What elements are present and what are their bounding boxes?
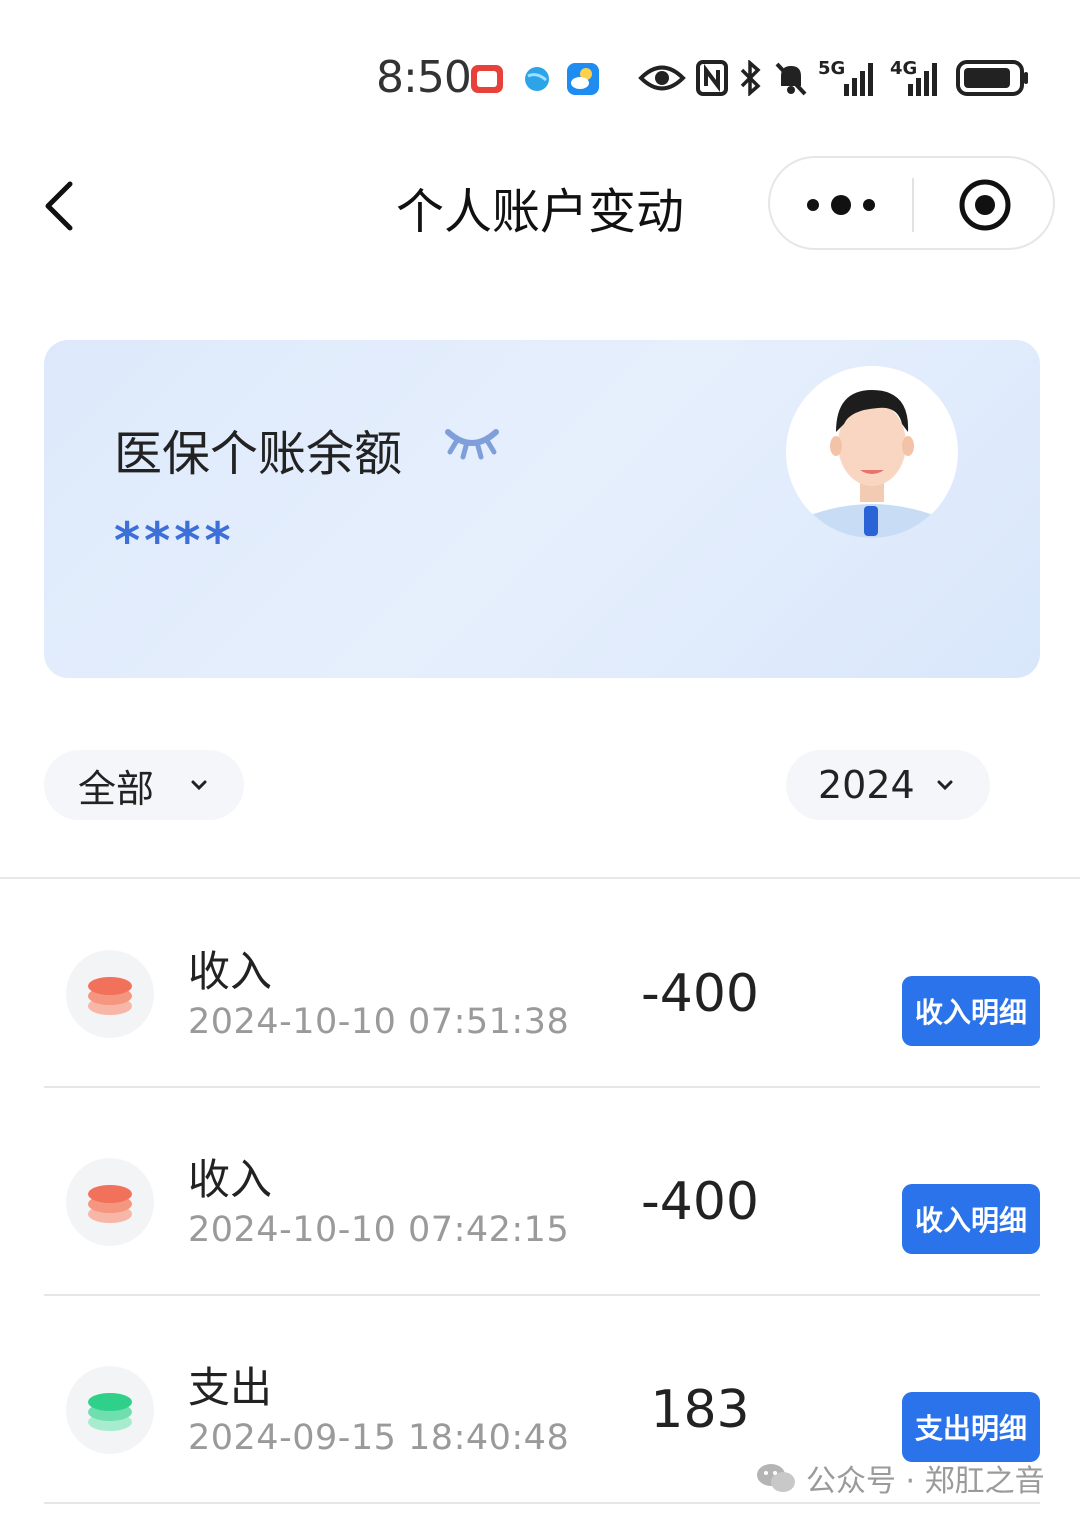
eye-icon bbox=[638, 65, 686, 91]
signal-5g-icon: 5G bbox=[818, 58, 880, 98]
transaction-list: 收入 2024-10-10 07:51:38 -400 收入明细 收入 2024… bbox=[0, 880, 1080, 1504]
transaction-amount: -400 bbox=[640, 964, 759, 1024]
year-filter-dropdown[interactable]: 2024 bbox=[786, 750, 990, 820]
transaction-time: 2024-09-15 18:40:48 bbox=[188, 1418, 570, 1458]
transaction-time: 2024-10-10 07:42:15 bbox=[188, 1210, 570, 1250]
more-button[interactable] bbox=[770, 158, 912, 252]
transaction-time: 2024-10-10 07:51:38 bbox=[188, 1002, 570, 1042]
visibility-toggle[interactable] bbox=[442, 424, 502, 460]
nav-bar: 个人账户变动 bbox=[0, 150, 1080, 260]
browser-app-icon bbox=[525, 67, 549, 91]
signal-4g-icon: 4G bbox=[890, 58, 946, 98]
year-filter-value: 2024 bbox=[818, 763, 915, 807]
income-coins-icon bbox=[66, 950, 154, 1038]
watermark: 公众号 · 郑肛之音 bbox=[756, 1456, 1045, 1500]
mute-icon bbox=[775, 62, 807, 96]
balance-card: 医保个账余额 **** bbox=[44, 340, 1040, 678]
wechat-icon bbox=[757, 1464, 795, 1492]
balance-value: **** bbox=[114, 512, 235, 570]
filter-row: 全部 2024 bbox=[0, 750, 1080, 822]
user-avatar-icon bbox=[786, 366, 958, 538]
chevron-down-icon bbox=[937, 780, 953, 791]
transaction-type: 支出 bbox=[188, 1363, 273, 1412]
income-coins-icon bbox=[66, 1158, 154, 1246]
target-close-icon bbox=[959, 179, 1010, 231]
close-miniprogram-button[interactable] bbox=[914, 158, 1055, 252]
transaction-amount: 183 bbox=[650, 1380, 750, 1440]
transaction-type: 收入 bbox=[188, 947, 273, 996]
battery-icon bbox=[956, 60, 1028, 96]
status-bar: 8:50 5G 4G bbox=[0, 0, 1080, 150]
status-time: 8:50 bbox=[376, 52, 472, 103]
income-detail-button[interactable]: 收入明细 bbox=[902, 1184, 1040, 1254]
miniprogram-capsule bbox=[768, 156, 1055, 250]
bluetooth-icon bbox=[740, 60, 761, 96]
transaction-amount: -400 bbox=[640, 1172, 759, 1232]
type-filter-dropdown[interactable]: 全部 bbox=[44, 750, 244, 820]
expense-coins-icon bbox=[66, 1366, 154, 1454]
transaction-type: 收入 bbox=[188, 1155, 273, 1204]
section-divider bbox=[0, 877, 1080, 879]
balance-card-title: 医保个账余额 bbox=[114, 426, 403, 482]
eye-closed-icon bbox=[445, 429, 499, 460]
transaction-row: 收入 2024-10-10 07:42:15 -400 收入明细 bbox=[0, 1088, 1080, 1296]
weather-app-icon bbox=[567, 63, 599, 95]
status-icons: 5G 4G bbox=[638, 58, 1030, 98]
expense-detail-button[interactable]: 支出明细 bbox=[902, 1392, 1040, 1462]
row-divider bbox=[44, 1502, 1040, 1504]
video-app-icon bbox=[471, 65, 503, 93]
more-dots-icon bbox=[807, 199, 819, 211]
transaction-row: 收入 2024-10-10 07:51:38 -400 收入明细 bbox=[0, 880, 1080, 1088]
type-filter-value: 全部 bbox=[78, 766, 155, 811]
avatar bbox=[786, 366, 958, 538]
chevron-down-icon bbox=[191, 780, 207, 791]
watermark-text: 公众号 · 郑肛之音 bbox=[806, 1464, 1045, 1499]
nfc-icon bbox=[696, 60, 728, 96]
income-detail-button[interactable]: 收入明细 bbox=[902, 976, 1040, 1046]
